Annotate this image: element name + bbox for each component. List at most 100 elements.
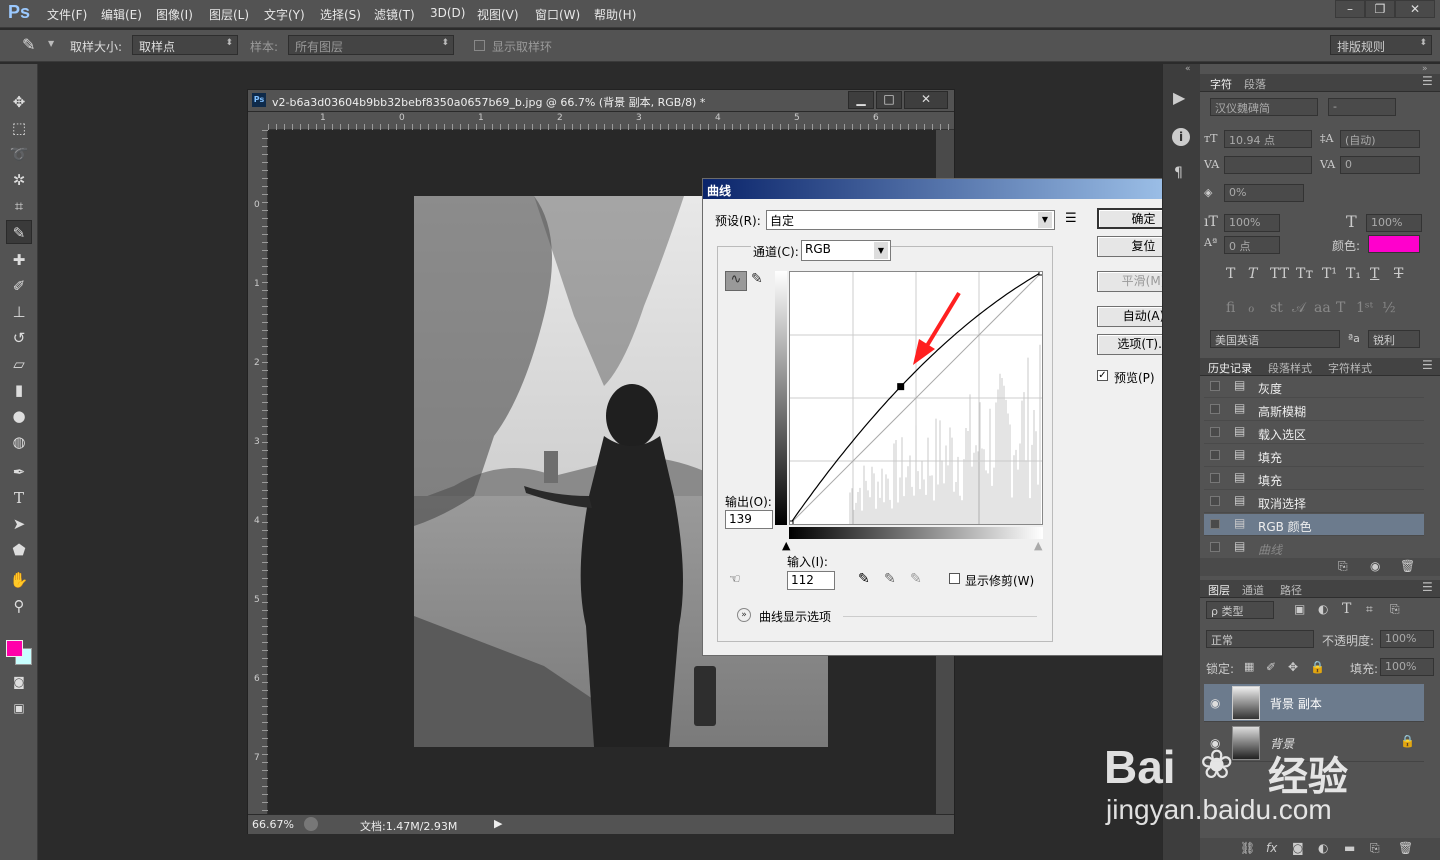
curve-point-tool-icon[interactable]: ∿ <box>725 271 747 291</box>
panel-collapse-icon[interactable]: » <box>1422 64 1428 74</box>
sample-select[interactable]: 所有图层 ⬍ <box>288 35 454 55</box>
ligature-icon[interactable]: ﬁ <box>1226 300 1235 316</box>
pencil-tool-icon[interactable]: ✎ <box>751 271 763 287</box>
eyedropper-icon[interactable]: ✎ <box>22 35 35 54</box>
strikethrough-icon[interactable]: T <box>1394 266 1403 282</box>
lasso-tool-icon[interactable]: ➰ <box>6 142 32 166</box>
history-source-checkbox[interactable] <box>1210 542 1220 552</box>
vertical-scale-field[interactable]: 100% <box>1224 214 1280 232</box>
workspace-select[interactable]: 排版规则 ⬍ <box>1330 35 1432 55</box>
subscript-icon[interactable]: T₁ <box>1346 266 1361 282</box>
white-eyedropper-icon[interactable]: ✎ <box>910 571 922 587</box>
pen-tool-icon[interactable]: ✒ <box>6 460 32 484</box>
history-item[interactable]: ▤ 灰度 <box>1204 376 1424 398</box>
chevron-down-icon[interactable]: ▼ <box>48 39 54 48</box>
actions-play-icon[interactable]: ▶ <box>1173 88 1185 107</box>
layer-kind-filter[interactable]: ρ 类型 <box>1206 601 1274 619</box>
target-adjust-hand-icon[interactable]: ☜ <box>729 572 741 587</box>
fractions-icon[interactable]: ½ <box>1382 300 1396 316</box>
filter-smart-icon[interactable]: ⎘ <box>1390 602 1400 617</box>
swash-icon[interactable]: 𝒜 <box>1292 300 1305 316</box>
menu-help[interactable]: 帮助(H) <box>594 6 636 23</box>
foreground-color-swatch[interactable] <box>6 640 23 657</box>
lock-pixels-icon[interactable]: ✐ <box>1266 660 1276 674</box>
tracking-field[interactable]: 0 <box>1340 156 1420 174</box>
history-source-checkbox[interactable] <box>1210 473 1220 483</box>
lock-position-icon[interactable]: ✥ <box>1288 660 1298 674</box>
gray-eyedropper-icon[interactable]: ✎ <box>884 571 896 587</box>
opacity-field[interactable]: 100% <box>1380 630 1434 648</box>
channel-select[interactable]: RGB ▼ <box>801 240 891 261</box>
history-item[interactable]: ▤ 载入选区 <box>1204 422 1424 444</box>
path-select-icon[interactable]: ➤ <box>6 512 32 536</box>
stamp-tool-icon[interactable]: ⊥ <box>6 300 32 324</box>
history-source-checkbox[interactable] <box>1210 519 1220 529</box>
tab-paragraph[interactable]: 段落 <box>1244 76 1266 92</box>
visibility-eye-icon[interactable]: ◉ <box>1210 696 1220 710</box>
doc-minimize-icon[interactable]: ▁ <box>848 91 874 109</box>
history-source-checkbox[interactable] <box>1210 427 1220 437</box>
menu-view[interactable]: 视图(V) <box>477 6 519 23</box>
fill-field[interactable]: 100% <box>1380 658 1434 676</box>
history-item[interactable]: ▤ 填充 <box>1204 445 1424 467</box>
tab-paragraph-styles[interactable]: 段落样式 <box>1268 360 1312 376</box>
filter-shape-icon[interactable]: ⌗ <box>1366 602 1373 617</box>
titling-icon[interactable]: T <box>1336 300 1345 316</box>
hand-tool-icon[interactable]: ✋ <box>6 568 32 592</box>
show-clipping-checkbox[interactable] <box>949 573 960 584</box>
history-trash-icon[interactable]: 🗑 <box>1400 559 1415 573</box>
gradient-tool-icon[interactable]: ▮ <box>6 378 32 402</box>
preview-checkbox[interactable]: ✓ <box>1097 370 1108 381</box>
menu-filter[interactable]: 滤镜(T) <box>374 6 415 23</box>
history-item[interactable]: ▤ 曲线 <box>1204 537 1424 559</box>
faux-bold-icon[interactable]: T <box>1226 266 1235 282</box>
tab-character[interactable]: 字符 <box>1210 76 1232 92</box>
history-item[interactable]: ▤ 填充 <box>1204 468 1424 490</box>
history-source-checkbox[interactable] <box>1210 450 1220 460</box>
lock-all-icon[interactable]: 🔒 <box>1310 660 1325 674</box>
close-icon[interactable]: ✕ <box>1395 0 1435 18</box>
status-menu-arrow-icon[interactable]: ▶ <box>494 817 502 830</box>
underline-icon[interactable]: T <box>1370 266 1379 282</box>
discretionary-icon[interactable]: st <box>1270 300 1283 316</box>
black-point-slider-icon[interactable]: ▲ <box>782 539 790 552</box>
ordinals-icon[interactable]: 1ˢᵗ <box>1356 300 1373 316</box>
curve-point[interactable] <box>1038 268 1046 276</box>
menu-select[interactable]: 选择(S) <box>320 6 361 23</box>
vertical-ruler[interactable]: 0 1 2 3 4 5 6 7 <box>248 130 268 815</box>
font-family-select[interactable]: 汉仪魏碑简 <box>1210 98 1318 116</box>
font-size-field[interactable]: 10.94 点 <box>1224 130 1312 148</box>
faux-italic-icon[interactable]: T <box>1248 266 1257 282</box>
history-source-checkbox[interactable] <box>1210 496 1220 506</box>
preset-select[interactable]: 自定 ▼ <box>766 210 1055 230</box>
minimize-icon[interactable]: – <box>1335 0 1365 18</box>
status-icon[interactable] <box>304 817 318 831</box>
tab-layers[interactable]: 图层 <box>1208 582 1230 598</box>
restore-icon[interactable]: ❐ <box>1365 0 1395 18</box>
layer-name[interactable]: 背景 副本 <box>1270 695 1322 712</box>
panel-menu-icon[interactable]: ☰ <box>1422 74 1433 88</box>
shape-tool-icon[interactable]: ⬟ <box>6 538 32 562</box>
white-point-slider-icon[interactable]: ▲ <box>1034 539 1042 552</box>
input-field[interactable]: 112 <box>787 571 835 590</box>
collapse-arrows-icon[interactable]: « <box>1185 64 1191 74</box>
text-color-swatch[interactable] <box>1368 235 1420 253</box>
history-source-checkbox[interactable] <box>1210 381 1220 391</box>
kerning-field[interactable] <box>1224 156 1312 174</box>
history-menu-icon[interactable]: ☰ <box>1422 358 1433 372</box>
expand-chevron-icon[interactable]: » <box>737 608 751 622</box>
horizontal-scale-field[interactable]: 100% <box>1366 214 1422 232</box>
filter-type-icon[interactable]: T <box>1342 601 1351 617</box>
black-eyedropper-icon[interactable]: ✎ <box>858 571 870 587</box>
blur-tool-icon[interactable]: ● <box>6 404 32 428</box>
filter-adjustment-icon[interactable]: ◐ <box>1318 602 1328 616</box>
layer-style-fx-icon[interactable]: fx <box>1266 841 1277 855</box>
move-tool-icon[interactable]: ✥ <box>6 90 32 114</box>
menu-image[interactable]: 图像(I) <box>156 6 193 23</box>
baseline-shift-field[interactable]: 0 点 <box>1224 236 1280 254</box>
healing-brush-icon[interactable]: ✚ <box>6 248 32 272</box>
curve-point[interactable] <box>897 383 905 391</box>
doc-close-icon[interactable]: ✕ <box>904 91 948 109</box>
snapshot-camera-icon[interactable]: ◉ <box>1370 559 1380 573</box>
stylistic-icon[interactable]: aa <box>1314 300 1331 316</box>
